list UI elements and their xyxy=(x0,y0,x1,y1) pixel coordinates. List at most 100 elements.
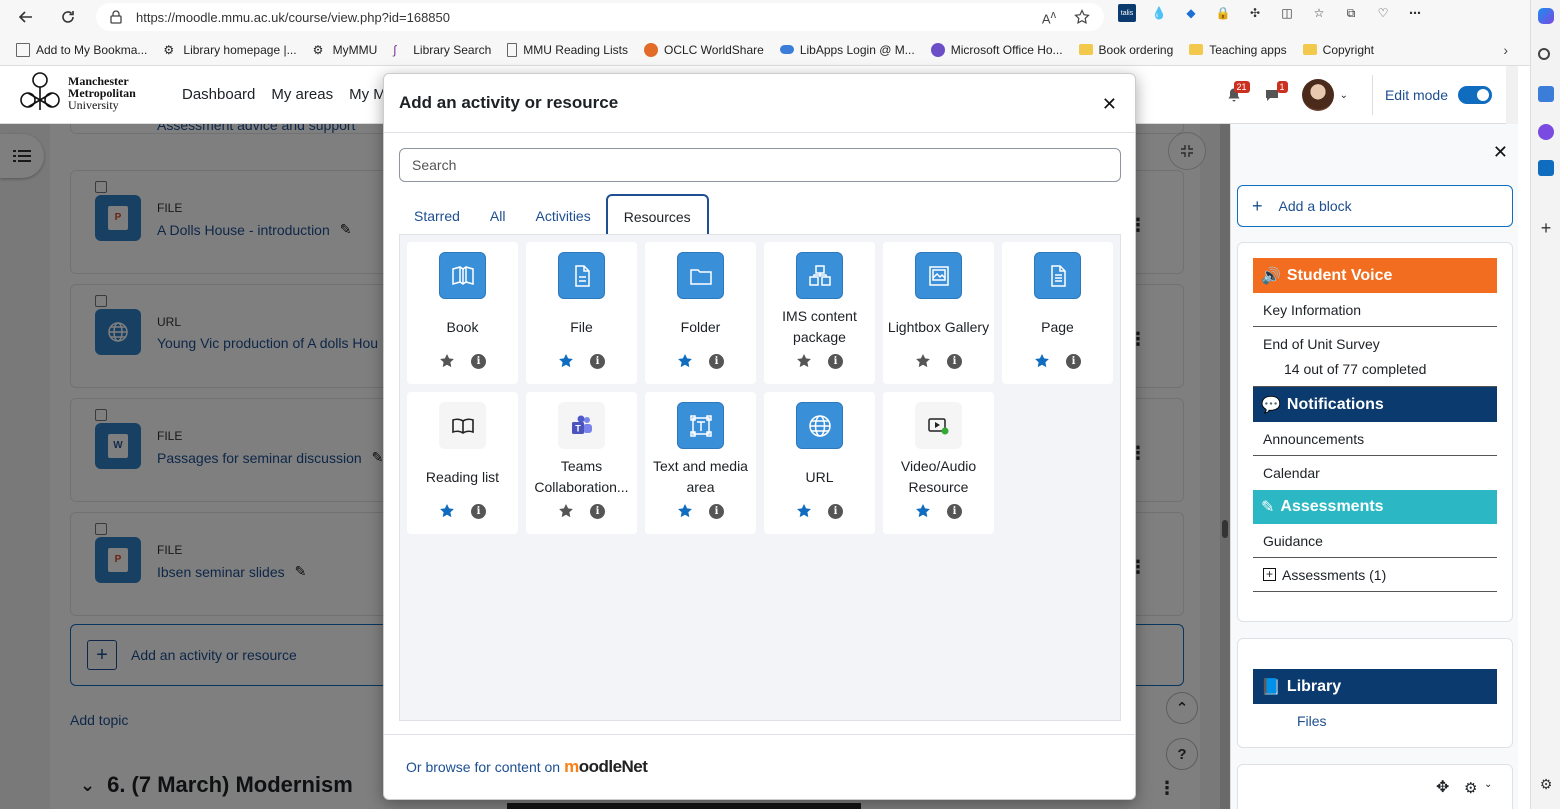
resource-tile-video-audio[interactable]: Video/Audio Resource i xyxy=(883,392,994,534)
lock-extension-icon[interactable]: 🔒 xyxy=(1214,4,1232,22)
user-avatar[interactable]: ⌄ xyxy=(1301,79,1348,111)
back-icon[interactable] xyxy=(8,0,44,34)
bookmark-item[interactable]: OCLC WorldShare xyxy=(643,42,764,57)
gear-icon[interactable]: ⚙ xyxy=(1464,779,1477,797)
info-icon[interactable]: i xyxy=(1066,353,1081,369)
close-icon[interactable]: ✕ xyxy=(1493,142,1508,163)
favorites-icon[interactable]: ☆ xyxy=(1310,4,1328,22)
bookmark-item[interactable]: ⚙ MyMMU xyxy=(313,43,378,57)
tab-resources[interactable]: Resources xyxy=(605,194,709,237)
star-icon[interactable] xyxy=(558,503,574,519)
tag-icon[interactable] xyxy=(1538,86,1554,102)
browser-essentials-icon[interactable]: ♡ xyxy=(1374,4,1392,22)
resource-tile-book[interactable]: Book i xyxy=(407,242,518,384)
resource-tile-file[interactable]: File i xyxy=(526,242,637,384)
survey-link[interactable]: End of Unit Survey xyxy=(1253,327,1497,361)
assessments-expander[interactable]: + Assessments (1) xyxy=(1253,558,1497,592)
star-icon[interactable] xyxy=(796,353,812,369)
star-icon[interactable] xyxy=(439,353,455,369)
files-link[interactable]: Files xyxy=(1253,704,1497,738)
bookmark-item[interactable]: Microsoft Office Ho... xyxy=(930,42,1063,57)
info-icon[interactable]: i xyxy=(828,353,843,369)
bookmark-folder[interactable]: Copyright xyxy=(1302,43,1374,57)
talis-extension-icon[interactable]: talis xyxy=(1118,4,1136,22)
address-bar[interactable]: https://moodle.mmu.ac.uk/course/view.php… xyxy=(96,3,1104,31)
info-icon[interactable]: i xyxy=(590,353,605,369)
move-icon[interactable]: ✥ xyxy=(1436,777,1449,797)
add-block-button[interactable]: + Add a block xyxy=(1237,185,1513,227)
page-scrollbar[interactable] xyxy=(1506,66,1518,124)
bookmark-folder[interactable]: Book ordering xyxy=(1078,43,1173,57)
tab-activities[interactable]: Activities xyxy=(520,194,605,237)
info-icon[interactable]: i xyxy=(590,503,605,519)
search-icon[interactable] xyxy=(1538,48,1550,60)
messages-icon[interactable]: 1 xyxy=(1264,81,1288,103)
read-aloud-icon[interactable]: Aʌ xyxy=(1042,9,1056,26)
toggle-switch[interactable] xyxy=(1458,86,1492,104)
nav-dashboard[interactable]: Dashboard xyxy=(182,86,255,103)
add-icon[interactable]: + xyxy=(1538,219,1554,237)
cap-extension-icon[interactable]: ◆ xyxy=(1182,4,1200,22)
office-icon[interactable] xyxy=(1538,124,1554,140)
star-icon[interactable] xyxy=(677,353,693,369)
info-icon[interactable]: i xyxy=(471,503,486,519)
collections-icon[interactable]: ⧉ xyxy=(1342,4,1360,22)
resource-tile-lightbox[interactable]: Lightbox Gallery i xyxy=(883,242,994,384)
outlook-icon[interactable] xyxy=(1538,160,1554,176)
moodlenet-logo[interactable]: moodleNet xyxy=(564,757,648,777)
university-logo[interactable]: Manchester Metropolitan University xyxy=(18,70,136,116)
edit-mode-toggle[interactable]: Edit mode xyxy=(1371,75,1492,115)
bookmark-item[interactable]: Add to My Bookma... xyxy=(16,42,147,57)
star-icon[interactable] xyxy=(915,353,931,369)
bookmark-item[interactable]: MMU Reading Lists xyxy=(507,42,628,57)
bookmark-item[interactable]: ⚙ Library homepage |... xyxy=(163,43,296,57)
info-icon[interactable]: i xyxy=(471,353,486,369)
star-icon[interactable] xyxy=(1034,353,1050,369)
drop-extension-icon[interactable]: 💧 xyxy=(1150,4,1168,22)
tab-starred[interactable]: Starred xyxy=(399,194,475,237)
bookmark-item[interactable]: LibApps Login @ M... xyxy=(779,43,915,57)
resource-tile-page[interactable]: Page i xyxy=(1002,242,1113,384)
folder-icon xyxy=(1189,44,1204,55)
extensions-bar: talis 💧 ◆ 🔒 ✣ ◫ ☆ ⧉ ♡ ⋯ xyxy=(1118,4,1424,22)
copilot-icon[interactable] xyxy=(1538,8,1554,24)
search-input[interactable]: Search xyxy=(399,148,1121,182)
star-icon[interactable] xyxy=(677,503,693,519)
info-icon[interactable]: i xyxy=(947,503,962,519)
resource-tile-text-media[interactable]: Text and media area i xyxy=(645,392,756,534)
star-icon[interactable] xyxy=(558,353,574,369)
moodlenet-link-text[interactable]: Or browse for content on xyxy=(406,759,560,775)
resource-tile-url[interactable]: URL i xyxy=(764,392,875,534)
info-icon[interactable]: i xyxy=(709,503,724,519)
nav-my-areas[interactable]: My areas xyxy=(271,86,333,103)
split-screen-icon[interactable]: ◫ xyxy=(1278,4,1296,22)
tab-all[interactable]: All xyxy=(475,194,521,237)
resource-tile-folder[interactable]: Folder i xyxy=(645,242,756,384)
key-information-link[interactable]: Key Information xyxy=(1253,293,1497,327)
star-icon[interactable] xyxy=(915,503,931,519)
close-icon[interactable]: ✕ xyxy=(1102,94,1117,115)
refresh-icon[interactable] xyxy=(50,0,86,34)
info-icon[interactable]: i xyxy=(709,353,724,369)
resource-tile-ims[interactable]: IMS content package i xyxy=(764,242,875,384)
notifications-bell-icon[interactable]: 21 xyxy=(1226,81,1250,103)
bookmark-folder[interactable]: Teaching apps xyxy=(1189,43,1287,57)
resource-tile-reading-list[interactable]: Reading list i xyxy=(407,392,518,534)
settings-icon[interactable]: ⚙ xyxy=(1538,776,1554,792)
announcements-link[interactable]: Announcements xyxy=(1253,422,1497,456)
calendar-link[interactable]: Calendar xyxy=(1253,456,1497,490)
resource-tile-teams[interactable]: T Teams Collaboration... i xyxy=(526,392,637,534)
course-scrollbar[interactable] xyxy=(1220,124,1230,809)
chevron-right-icon[interactable]: › xyxy=(1503,42,1508,58)
more-menu-icon[interactable]: ⋯ xyxy=(1406,4,1424,22)
star-icon[interactable] xyxy=(439,503,455,519)
message-count-badge: 1 xyxy=(1276,81,1288,93)
favorite-star-icon[interactable] xyxy=(1074,9,1090,26)
scrollbar-thumb[interactable] xyxy=(1222,520,1228,538)
bookmark-item[interactable]: ∫ Library Search xyxy=(393,43,491,57)
guidance-link[interactable]: Guidance xyxy=(1253,524,1497,558)
info-icon[interactable]: i xyxy=(828,503,843,519)
star-icon[interactable] xyxy=(796,503,812,519)
puzzle-icon[interactable]: ✣ xyxy=(1246,4,1264,22)
info-icon[interactable]: i xyxy=(947,353,962,369)
